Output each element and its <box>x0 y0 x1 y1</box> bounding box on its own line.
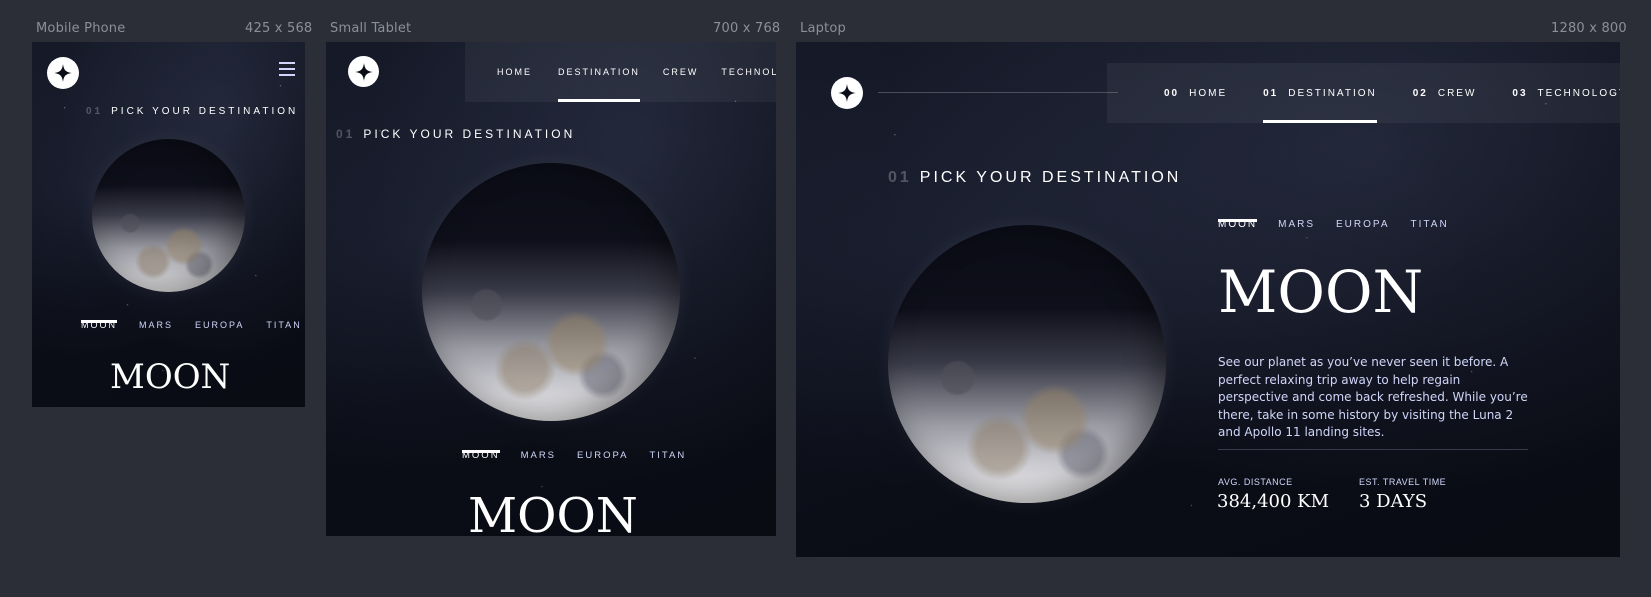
travel-time-value: 3 DAYS <box>1359 491 1428 512</box>
tab-moon[interactable]: MOON <box>462 450 500 473</box>
tablet-nav-bar: HOME DESTINATION CREW TECHNOLOGY <box>465 42 776 102</box>
tab-europa[interactable]: EUROPA <box>577 450 628 473</box>
nav-crew[interactable]: CREW <box>663 42 699 102</box>
moon-image <box>422 163 680 421</box>
nav-home[interactable]: 00 HOME <box>1164 63 1227 123</box>
tab-mars[interactable]: MARS <box>521 450 556 473</box>
destination-name: MOON <box>468 488 638 536</box>
destination-name: MOON <box>1218 258 1424 326</box>
travel-time-label: EST. TRAVEL TIME <box>1359 477 1447 487</box>
hamburger-menu-icon[interactable] <box>279 62 295 80</box>
tab-mars[interactable]: MARS <box>139 320 173 340</box>
star-logo-icon[interactable] <box>831 77 863 109</box>
mobile-frame-label: Mobile Phone <box>36 21 126 36</box>
star-logo-icon[interactable] <box>348 56 379 87</box>
page-heading: 01 PICK YOUR DESTINATION <box>86 106 299 117</box>
destination-name: MOON <box>110 357 231 397</box>
stats-divider <box>1218 449 1528 450</box>
star-logo-icon[interactable] <box>47 57 79 89</box>
tablet-frame-label: Small Tablet <box>330 21 412 36</box>
mobile-frame-size: 425 x 568 <box>245 21 313 36</box>
nav-technology[interactable]: TECHNOLOGY <box>721 42 776 102</box>
nav-destination[interactable]: DESTINATION <box>558 42 640 102</box>
tablet-frame: HOME DESTINATION CREW TECHNOLOGY 01PICK … <box>326 42 776 536</box>
tab-moon[interactable]: MOON <box>1218 219 1258 242</box>
laptop-frame: 00 HOME 01 DESTINATION 02 CREW 03 TECHNOLOGY… <box>796 42 1620 557</box>
moon-image <box>888 225 1166 503</box>
distance-value: 384,400 KM <box>1217 491 1330 512</box>
tab-titan[interactable]: TITAN <box>1411 219 1449 242</box>
laptop-frame-size: 1280 x 800 <box>1551 21 1627 36</box>
distance-label: AVG. DISTANCE <box>1218 477 1293 487</box>
tab-moon[interactable]: MOON <box>81 320 117 340</box>
laptop-nav-bar: 00 HOME 01 DESTINATION 02 CREW 03 TECHNOLOGY <box>1107 63 1620 123</box>
page-heading: 01 PICK YOUR DESTINATION <box>888 169 1182 186</box>
tab-mars[interactable]: MARS <box>1278 219 1315 242</box>
tab-titan[interactable]: TITAN <box>266 320 301 340</box>
nav-crew[interactable]: 02 CREW <box>1413 63 1477 123</box>
destination-description: See our planet as you’ve never seen it b… <box>1218 355 1528 439</box>
tab-titan[interactable]: TITAN <box>649 450 686 473</box>
tab-europa[interactable]: EUROPA <box>1336 219 1390 242</box>
moon-image <box>92 139 245 292</box>
destination-tabs: MOON MARS EUROPA TITAN <box>1218 219 1449 242</box>
nav-technology[interactable]: 03 TECHNOLOGY <box>1512 63 1620 123</box>
header-divider-line <box>878 92 1118 93</box>
nav-home[interactable]: HOME <box>497 42 532 102</box>
tab-europa[interactable]: EUROPA <box>195 320 244 340</box>
destination-tabs: MOON MARS EUROPA TITAN <box>81 320 302 340</box>
page-heading: 01 PICK YOUR DESTINATION <box>336 127 576 141</box>
nav-destination[interactable]: 01 DESTINATION <box>1263 63 1377 123</box>
laptop-frame-label: Laptop <box>800 21 846 36</box>
destination-tabs: MOON MARS EUROPA TITAN <box>462 450 686 473</box>
mobile-frame: 01 PICK YOUR DESTINATION MOON MARS EUROPA… <box>32 42 305 407</box>
tablet-frame-size: 700 x 768 <box>713 21 781 36</box>
